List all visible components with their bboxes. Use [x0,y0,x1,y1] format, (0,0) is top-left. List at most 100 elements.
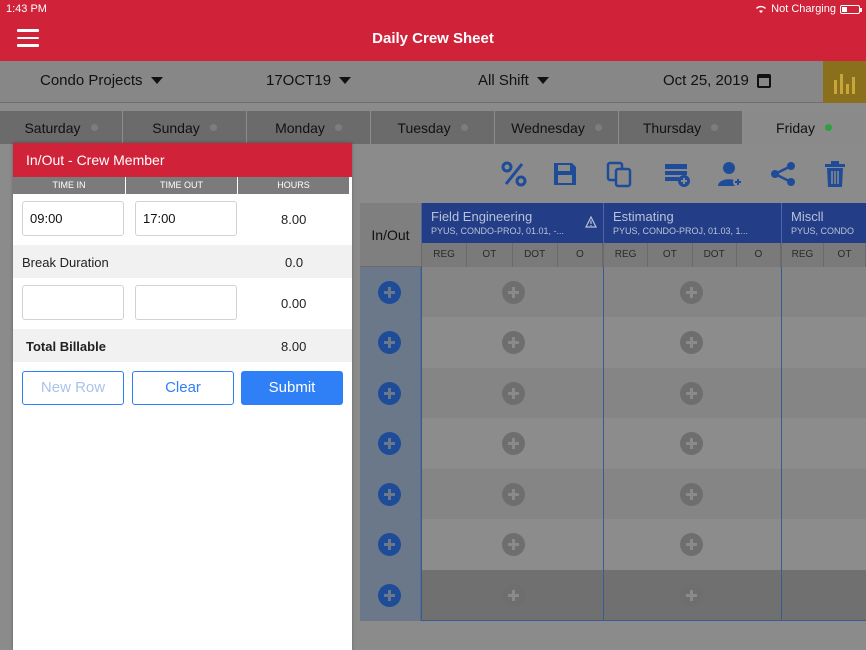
add-hours-button[interactable] [502,331,525,354]
tab-saturday[interactable]: Saturday [0,111,123,144]
tab-label: Monday [275,119,325,136]
add-inout-button[interactable] [378,483,401,506]
shift-dropdown[interactable]: All Shift [478,72,549,89]
caret-down-icon [536,77,549,84]
status-dot-icon [711,124,719,131]
status-indicators: Not Charging [755,3,862,15]
tab-friday[interactable]: Friday [743,111,866,144]
add-inout-button[interactable] [378,331,401,354]
column-header-field-engineering[interactable]: Field Engineering PYUS, CONDO-PROJ, 01.0… [421,203,603,243]
tab-label: Friday [776,119,815,136]
add-inout-button[interactable] [378,432,401,455]
total-billable-value: 8.00 [281,339,307,354]
tab-monday[interactable]: Monday [247,111,371,144]
clear-button[interactable]: Clear [132,371,234,405]
add-inout-button[interactable] [378,281,401,304]
add-hours-button[interactable] [680,281,703,304]
table-row [421,519,866,569]
time-out-input[interactable] [135,285,237,320]
warning-icon [585,216,597,228]
add-entry-button[interactable] [662,158,692,190]
column-divider [781,267,782,621]
total-billable-label: Total Billable [26,339,106,354]
add-hours-button[interactable] [502,432,525,455]
new-row-button[interactable]: New Row [22,371,124,405]
add-hours-button[interactable] [502,483,525,506]
add-user-icon [718,162,743,187]
column-divider [603,267,604,621]
add-hours-button[interactable] [680,483,703,506]
table-row [421,469,866,519]
table-row [421,570,866,620]
battery-icon [840,4,862,14]
tab-sunday[interactable]: Sunday [123,111,247,144]
hours-value: 8.00 [281,212,307,227]
submit-button[interactable]: Submit [241,371,343,405]
save-button[interactable] [550,158,580,190]
tab-thursday[interactable]: Thursday [619,111,743,144]
table-row [421,368,866,418]
add-hours-button[interactable] [680,533,703,556]
column-title: Miscll [791,209,824,224]
bar-chart-icon [834,80,837,94]
date-value: Oct 25, 2019 [663,72,749,89]
column-header-miscll[interactable]: Miscll PYUS, CONDO [781,203,866,243]
sub-header-label: REG [604,243,649,267]
project-dropdown-value: Condo Projects [40,72,143,89]
time-entry-row: 0.00 [13,278,352,329]
time-out-input[interactable] [135,201,237,236]
column-title: Field Engineering [431,209,533,224]
sub-header-field-engineering: REG OT DOT O [421,243,603,267]
grid-bottom-border [421,620,866,621]
battery-status-text: Not Charging [771,3,836,15]
time-in-input[interactable] [22,201,124,236]
copy-icon [606,161,632,188]
tab-wednesday[interactable]: Wednesday [495,111,619,144]
copy-button[interactable] [604,158,634,190]
status-time: 1:43 PM [6,3,47,15]
sub-header-label: REG [782,243,824,267]
add-inout-button[interactable] [378,533,401,556]
add-inout-button[interactable] [378,382,401,405]
table-row [421,418,866,468]
add-hours-button[interactable] [680,432,703,455]
status-dot-icon [90,124,98,131]
crew-grid: In/Out Field Engineering PYUS, CONDO-PRO… [360,203,866,621]
column-subtitle: PYUS, CONDO-PROJ, 01.01, -... [431,226,565,236]
add-hours-button[interactable] [680,382,703,405]
sub-header-label: DOT [693,243,737,267]
sub-header-label: OT [648,243,693,267]
add-hours-button[interactable] [502,382,525,405]
time-in-input[interactable] [22,285,124,320]
add-hours-button[interactable] [502,281,525,304]
bar-chart-icon-bar [852,77,855,94]
project-dropdown[interactable]: Condo Projects [40,72,163,89]
hours-header: HOURS [238,177,350,194]
status-dot-icon [460,124,468,131]
inout-crew-member-popup: In/Out - Crew Member TIME IN TIME OUT HO… [13,143,352,650]
add-inout-button[interactable] [378,584,401,607]
save-icon [554,163,576,185]
percent-button[interactable] [499,158,529,190]
tab-label: Wednesday [511,119,585,136]
total-billable-row: Total Billable 8.00 [13,329,352,362]
sub-header-label: O [737,243,781,267]
tab-label: Thursday [642,119,702,136]
sheet-dropdown[interactable]: 17OCT19 [266,72,352,89]
add-hours-button[interactable] [680,331,703,354]
delete-button[interactable] [820,158,850,190]
share-button[interactable] [768,158,798,190]
time-in-header: TIME IN [13,177,126,194]
sub-header-label: O [558,243,603,267]
hours-value: 0.00 [281,296,307,311]
chart-button[interactable] [823,61,866,103]
add-hours-button[interactable] [680,584,703,607]
add-crew-member-button[interactable] [716,158,746,190]
add-hours-button[interactable] [502,533,525,556]
sub-header-label: OT [824,243,866,267]
date-picker[interactable]: Oct 25, 2019 [663,72,771,89]
column-header-estimating[interactable]: Estimating PYUS, CONDO-PROJ, 01.03, 1... [603,203,781,243]
status-dot-icon [824,124,832,131]
add-hours-button[interactable] [502,584,525,607]
tab-tuesday[interactable]: Tuesday [371,111,495,144]
